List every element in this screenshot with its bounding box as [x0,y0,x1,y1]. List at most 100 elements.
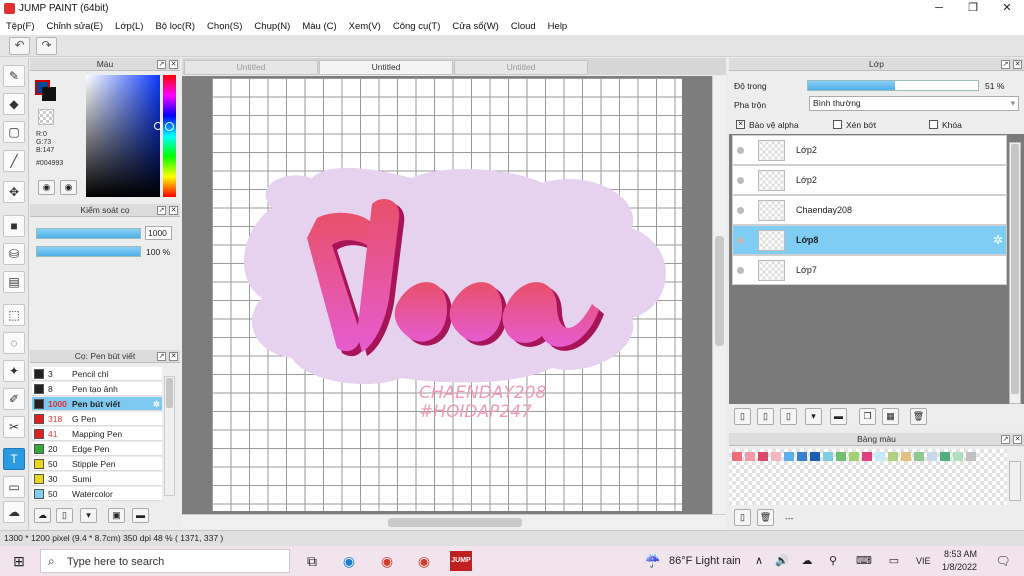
brush-item[interactable]: 1000 Pen bút viết ✲ [32,397,162,411]
brush-item[interactable]: 50 Watercolor [32,487,162,501]
visibility-icon[interactable] [737,147,744,154]
color-swatch[interactable] [953,452,963,461]
layer-folder-icon[interactable]: ▬ [830,408,847,425]
lock-checkbox[interactable] [929,120,938,129]
brush-item[interactable]: 318 G Pen [32,412,162,426]
divider-tool-icon[interactable]: ▭ [3,476,25,498]
new-layer-1bit-icon[interactable]: ▯ [780,408,797,425]
color-swatch[interactable] [875,452,885,461]
panel-close-icon[interactable]: ✕ [169,60,178,69]
undock-icon[interactable]: ↗ [1001,60,1010,69]
brush-folder-icon[interactable]: ▬ [132,508,149,523]
delete-swatch-icon[interactable]: 🗑 [757,509,774,526]
menu-view[interactable]: Xem(V) [349,21,381,32]
protect-alpha-checkbox[interactable]: ✕ [736,120,745,129]
brush-opacity-slider[interactable] [36,246,141,257]
panel-close-icon[interactable]: ✕ [1013,435,1022,444]
tab-untitled-2[interactable]: Untitled [319,60,453,75]
new-brush-icon[interactable]: ▯ [56,508,73,523]
color-swatch[interactable] [862,452,872,461]
color-swatch[interactable] [771,452,781,461]
undock-icon[interactable]: ↗ [157,206,166,215]
notifications-icon[interactable]: 🗨 [992,551,1014,571]
menu-file[interactable]: Tệp(F) [6,21,35,32]
rect-select-tool-icon[interactable]: ▢ [3,121,25,143]
chrome-icon[interactable]: ◉ [376,551,398,571]
color-swatch[interactable] [914,452,924,461]
menu-cloud[interactable]: Cloud [511,21,536,32]
merge-layer-icon[interactable]: ▦ [882,408,899,425]
speaker-icon[interactable]: 🔊 [771,551,793,571]
undock-icon[interactable]: ↗ [157,352,166,361]
color-swatch[interactable] [797,452,807,461]
color-swatch[interactable] [810,452,820,461]
lasso-tool-icon[interactable]: ◌ [3,332,25,354]
color-swatch[interactable] [836,452,846,461]
undock-icon[interactable]: ↗ [157,60,166,69]
keyboard-icon[interactable]: ⌨ [853,551,875,571]
visibility-icon[interactable] [737,237,744,244]
menu-layer[interactable]: Lớp(L) [115,21,143,32]
brush-item[interactable]: 50 Stipple Pen [32,457,162,471]
menu-color[interactable]: Màu (C) [302,21,336,32]
add-brush-icon[interactable]: ☁ [34,508,51,523]
brush-menu-icon[interactable]: ▾ [80,508,97,523]
undo-icon[interactable]: ↶ [9,37,30,55]
bucket-tool-icon[interactable]: ⛁ [3,243,25,265]
panel-close-icon[interactable]: ✕ [169,206,178,215]
visibility-icon[interactable] [737,177,744,184]
select-pen-tool-icon[interactable]: ✐ [3,388,25,410]
color-swatch[interactable] [758,452,768,461]
select-rect-tool-icon[interactable]: ⬚ [3,304,25,326]
tab-untitled-3[interactable]: Untitled [454,60,588,75]
visibility-icon[interactable] [737,267,744,274]
menu-edit[interactable]: Chỉnh sửa(E) [47,21,104,32]
layer-row[interactable]: Chaenday208 [732,195,1007,225]
cloud-tool-icon[interactable]: ☁ [3,501,25,523]
tab-untitled-1[interactable]: Untitled [184,60,318,75]
brush-size-slider[interactable] [36,228,141,239]
brush-item[interactable]: 20 Edge Pen [32,442,162,456]
brush-item[interactable]: 41 Mapping Pen [32,427,162,441]
windows-start-icon[interactable]: ⊞ [8,551,30,571]
color-swatch[interactable] [940,452,950,461]
fill-rect-tool-icon[interactable]: ■ [3,215,25,237]
undock-icon[interactable]: ↗ [1001,435,1010,444]
delete-layer-icon[interactable]: 🗑 [910,408,927,425]
layer-row[interactable]: Lớp2 [732,135,1007,165]
task-view-icon[interactable]: ⧉ [301,551,323,571]
maximize-button[interactable]: ❐ [956,0,990,17]
select-eraser-tool-icon[interactable]: ✂ [3,416,25,438]
taskbar-search-box[interactable]: ⌕ Type here to search [40,549,290,573]
color-swatch[interactable] [966,452,976,461]
menu-window[interactable]: Cửa sổ(W) [452,21,498,32]
brush-item[interactable]: 30 Sumi [32,472,162,486]
color-swatch[interactable] [784,452,794,461]
layer-opacity-slider[interactable] [807,80,979,91]
blend-mode-select[interactable]: Bình thường ▾ [809,96,1019,111]
layer-row[interactable]: Lớp8 ✲ [732,225,1007,255]
move-tool-icon[interactable]: ✥ [3,181,25,203]
brush-item[interactable]: 3 Pencil chì [32,367,162,381]
edge-browser-icon[interactable]: ◉ [338,551,360,571]
jump-paint-taskbar-icon[interactable]: JUMP [450,551,472,571]
visibility-icon[interactable] [737,207,744,214]
color-swatch[interactable] [823,452,833,461]
hue-slider[interactable] [163,75,176,197]
gradient-tool-icon[interactable]: ▤ [3,271,25,293]
eraser-tool-icon[interactable]: ◆ [3,93,25,115]
layer-row[interactable]: Lớp2 [732,165,1007,195]
new-layer-8bit-icon[interactable]: ▯ [757,408,774,425]
close-button[interactable]: ✕ [990,0,1024,17]
redo-icon[interactable]: ↷ [36,37,57,55]
text-tool-icon[interactable]: T [3,448,25,470]
clock-time[interactable]: 8:53 AM [944,549,977,559]
panel-close-icon[interactable]: ✕ [169,352,178,361]
clipping-checkbox[interactable] [833,120,842,129]
cloud-sync-icon[interactable]: ☁ [796,551,818,571]
background-color-swatch[interactable] [42,87,56,101]
saturation-value-picker[interactable] [86,75,160,197]
panel-close-icon[interactable]: ✕ [1013,60,1022,69]
gear-icon[interactable]: ✲ [153,397,160,411]
menu-tools[interactable]: Công cụ(T) [393,21,441,32]
